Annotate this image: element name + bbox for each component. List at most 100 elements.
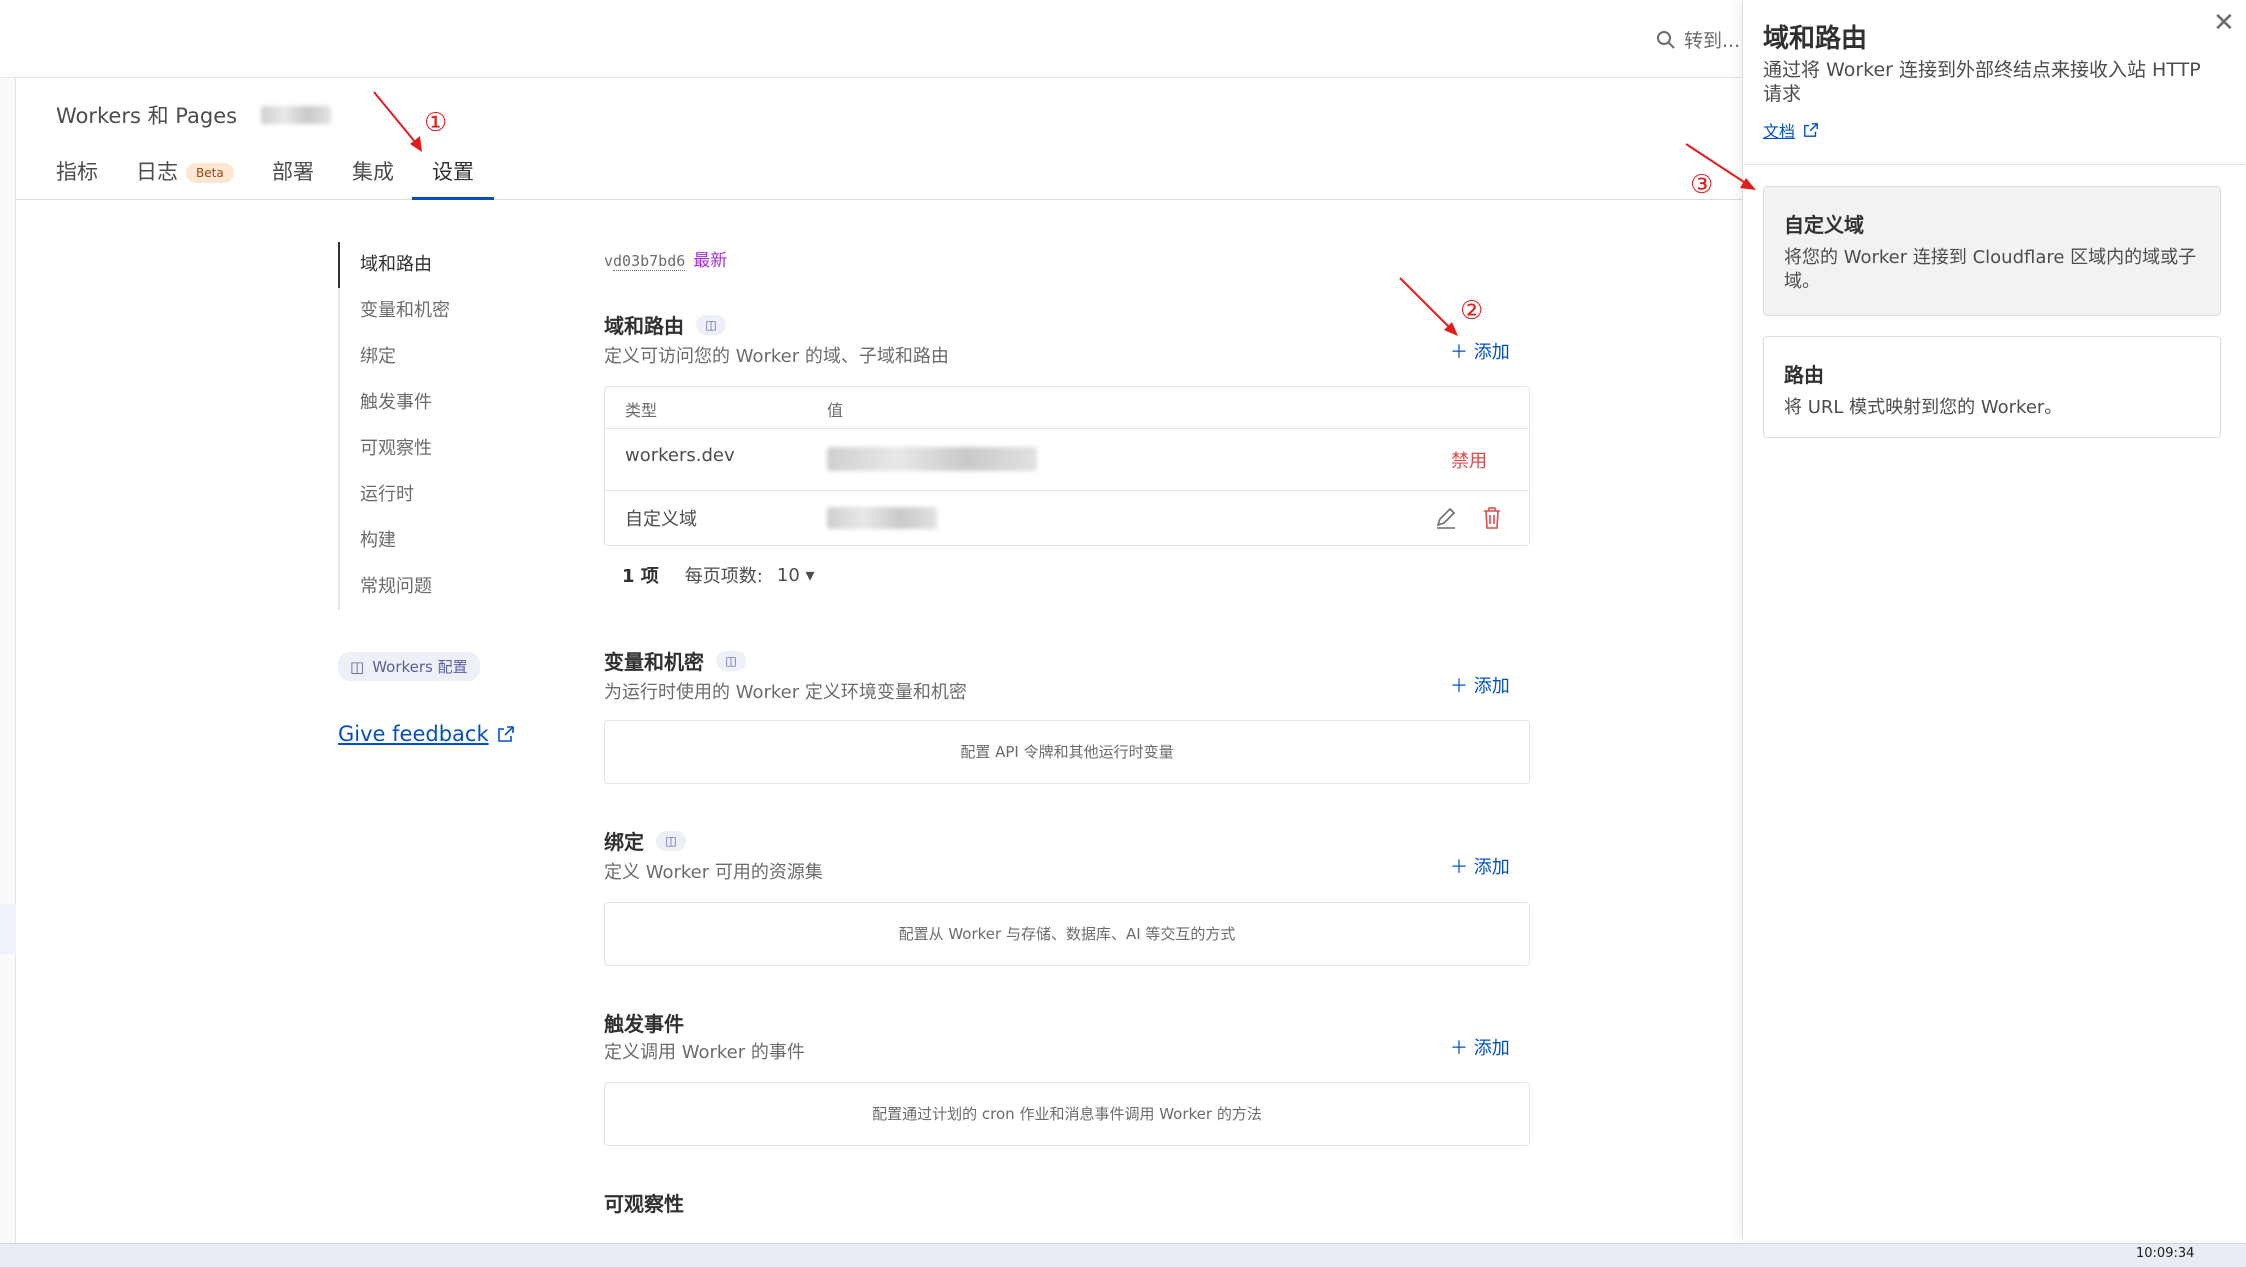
sidenav-list: 域和路由 变量和机密 绑定 触发事件 可观察性 运行时 构建 常规问题 [338, 242, 498, 610]
tab-integrations[interactable]: 集成 [352, 156, 394, 200]
add-trigger-button[interactable]: ＋ 添加 [1450, 1034, 1510, 1060]
table-row: workers.dev 禁用 [605, 429, 1529, 491]
doc-link-label: 文档 [1763, 122, 1796, 141]
route-card[interactable]: 路由 将 URL 模式映射到您的 Worker。 [1763, 336, 2221, 438]
tab-logs[interactable]: 日志 Beta [136, 156, 234, 200]
add-label: 添加 [1473, 1038, 1510, 1059]
card-title: 自定义域 [1784, 213, 1864, 237]
annotation-arrow-1 [373, 91, 422, 152]
book-icon[interactable]: ◫ [696, 314, 726, 335]
annotation-3: ③ [1690, 170, 1714, 200]
card-title: 路由 [1784, 363, 1824, 387]
redacted-worker-name [261, 106, 332, 124]
taskbar: 10:09:34 [0, 1243, 2246, 1267]
goto-search[interactable]: 转到... [1656, 26, 1740, 53]
add-label: 添加 [1473, 857, 1510, 878]
disable-button[interactable]: 禁用 [1451, 447, 1487, 473]
close-icon[interactable]: ✕ [2213, 8, 2235, 38]
variables-subtitle: 为运行时使用的 Worker 定义环境变量和机密 [604, 682, 967, 703]
triggers-subtitle: 定义调用 Worker 的事件 [604, 1042, 805, 1063]
breadcrumb-root[interactable]: Workers 和 Pages [56, 100, 237, 130]
breadcrumb: Workers 和 Pages [56, 100, 332, 130]
external-link-icon [1804, 123, 1818, 137]
domains-subtitle: 定义可访问您的 Worker 的域、子域和路由 [604, 346, 949, 367]
tab-bar: 指标 日志 Beta 部署 集成 设置 [16, 140, 1742, 200]
custom-domain-card[interactable]: 自定义域 将您的 Worker 连接到 Cloudflare 区域内的域或子域。 [1763, 186, 2221, 316]
version-info: vd03b7bd6 最新 [604, 246, 727, 271]
config-badge-label: Workers 配置 [372, 658, 468, 676]
triggers-title: 触发事件 [604, 1008, 684, 1037]
sidenav-item-runtime[interactable]: 运行时 [340, 472, 498, 518]
variables-title: 变量和机密 ◫ [604, 646, 746, 675]
version-hash[interactable]: d03b7bd6 [613, 252, 686, 271]
variables-title-text: 变量和机密 [604, 650, 704, 674]
drawer-description: 通过将 Worker 连接到外部终结点来接收入站 HTTP 请求 [1763, 59, 2201, 105]
sidenav-item-general[interactable]: 常规问题 [340, 564, 498, 610]
add-label: 添加 [1473, 676, 1510, 697]
annotation-1: ① [424, 108, 448, 138]
beta-badge: Beta [186, 163, 234, 183]
feedback-label: Give feedback [338, 722, 489, 746]
tab-deployments[interactable]: 部署 [272, 156, 314, 200]
top-bar: 转到... [0, 0, 1742, 78]
tab-metrics[interactable]: 指标 [56, 156, 98, 200]
row-type: workers.dev [625, 445, 735, 466]
domains-routes-drawer: 域和路由 ✕ 通过将 Worker 连接到外部终结点来接收入站 HTTP 请求 … [1742, 0, 2246, 1240]
row-type: 自定义域 [625, 509, 697, 530]
add-binding-button[interactable]: ＋ 添加 [1450, 853, 1510, 879]
per-page-select[interactable]: 10 ▾ [777, 565, 815, 586]
search-icon [1657, 30, 1675, 49]
left-gutter [0, 78, 16, 1243]
item-count: 1 项 [622, 566, 659, 587]
book-icon[interactable]: ◫ [656, 830, 686, 851]
column-value: 值 [827, 401, 844, 420]
book-icon[interactable]: ◫ [716, 650, 746, 671]
bindings-title-text: 绑定 [604, 830, 644, 854]
caret-down-icon: ▾ [805, 564, 815, 586]
workers-config-badge[interactable]: ◫ Workers 配置 [338, 652, 480, 681]
card-description: 将您的 Worker 连接到 Cloudflare 区域内的域或子域。 [1784, 247, 2197, 292]
sidenav-item-domains[interactable]: 域和路由 [338, 242, 498, 288]
settings-sidenav: 域和路由 变量和机密 绑定 触发事件 可观察性 运行时 构建 常规问题 [338, 242, 498, 610]
annotation-2: ② [1460, 296, 1484, 326]
drawer-doc-link[interactable]: 文档 [1763, 118, 1819, 142]
bindings-subtitle: 定义 Worker 可用的资源集 [604, 862, 823, 883]
gutter-highlight [0, 904, 16, 954]
drawer-divider [1743, 164, 2246, 165]
sidenav-item-bindings[interactable]: 绑定 [340, 334, 498, 380]
per-page-value: 10 [776, 564, 800, 586]
domains-table: 类型 值 workers.dev 禁用 自定义域 [604, 386, 1530, 546]
triggers-empty[interactable]: 配置通过计划的 cron 作业和消息事件调用 Worker 的方法 [604, 1082, 1530, 1146]
tab-settings[interactable]: 设置 [412, 156, 494, 200]
observability-title: 可观察性 [604, 1188, 684, 1217]
edit-icon[interactable] [1433, 505, 1459, 531]
column-type: 类型 [625, 401, 658, 420]
tab-label: 集成 [352, 160, 394, 184]
tab-label: 日志 [136, 160, 178, 184]
delete-icon[interactable] [1479, 505, 1505, 531]
external-link-icon [497, 726, 514, 742]
redacted-value [827, 447, 1037, 471]
goto-label: 转到... [1684, 30, 1741, 52]
taskbar-clock: 10:09:34 [2136, 1246, 2195, 1261]
redacted-value [827, 507, 937, 529]
sidenav-item-observability[interactable]: 可观察性 [340, 426, 498, 472]
variables-empty[interactable]: 配置 API 令牌和其他运行时变量 [604, 720, 1530, 784]
card-description: 将 URL 模式映射到您的 Worker。 [1784, 397, 2063, 418]
tab-label: 部署 [272, 160, 314, 184]
screen: 转到... Workers 和 Pages 指标 日志 Beta 部署 集成 设置… [0, 0, 2246, 1267]
sidenav-item-variables[interactable]: 变量和机密 [340, 288, 498, 334]
sidenav-item-triggers[interactable]: 触发事件 [340, 380, 498, 426]
add-variable-button[interactable]: ＋ 添加 [1450, 672, 1510, 698]
domains-title-text: 域和路由 [604, 314, 684, 338]
bindings-empty[interactable]: 配置从 Worker 与存储、数据库、AI 等交互的方式 [604, 902, 1530, 966]
per-page-label: 每页项数: [684, 566, 763, 587]
annotation-arrow-2 [1399, 277, 1458, 336]
table-header: 类型 值 [605, 387, 1529, 429]
pagination: 1 项 每页项数: 10 ▾ [622, 562, 815, 588]
domains-title: 域和路由 ◫ [604, 310, 726, 339]
give-feedback-link[interactable]: Give feedback [338, 722, 515, 746]
version-prefix: v [604, 252, 614, 270]
tab-label: 指标 [56, 160, 98, 184]
sidenav-item-build[interactable]: 构建 [340, 518, 498, 564]
